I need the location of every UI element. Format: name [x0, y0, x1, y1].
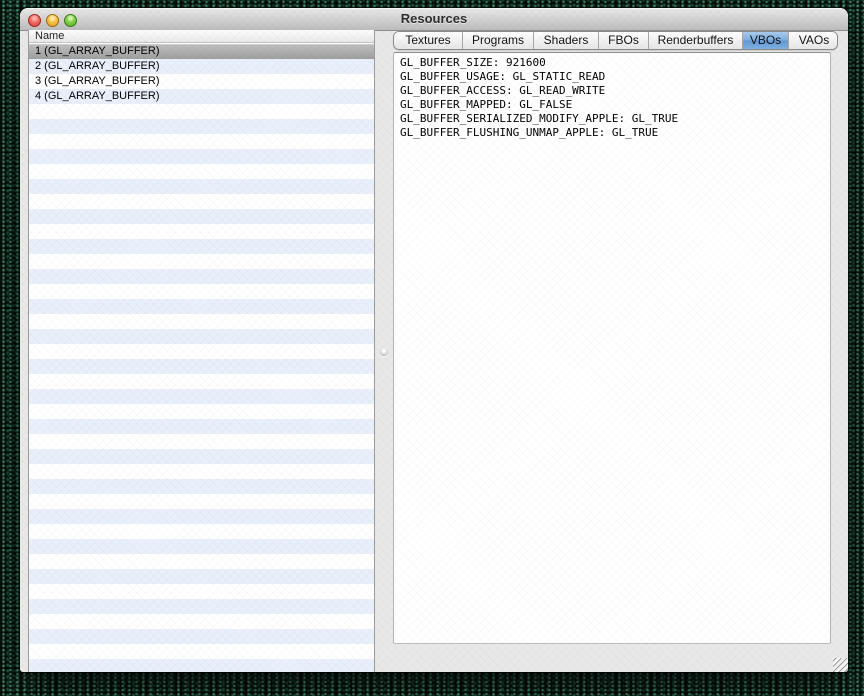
window-content: Name 1 (GL_ARRAY_BUFFER)2 (GL_ARRAY_BUFF… — [20, 30, 848, 672]
buffer-attribute-line: GL_BUFFER_ACCESS: GL_READ_WRITE — [400, 84, 824, 98]
buffer-list-item[interactable]: 3 (GL_ARRAY_BUFFER) — [29, 74, 374, 89]
tab-vaos[interactable]: VAOs — [789, 32, 838, 49]
buffer-list-item[interactable]: 1 (GL_ARRAY_BUFFER) — [29, 44, 374, 59]
tab-programs[interactable]: Programs — [463, 32, 534, 49]
name-column-header[interactable]: Name — [29, 30, 374, 43]
buffer-details-text: GL_BUFFER_SIZE: 921600GL_BUFFER_USAGE: G… — [394, 53, 830, 143]
name-column-label: Name — [35, 30, 64, 42]
tab-textures[interactable]: Textures — [394, 32, 463, 49]
buffer-attribute-line: GL_BUFFER_MAPPED: GL_FALSE — [400, 98, 824, 112]
details-pane: TexturesProgramsShadersFBOsRenderbuffers… — [393, 30, 838, 672]
buffer-attribute-line: GL_BUFFER_SIZE: 921600 — [400, 56, 824, 70]
buffer-details-box[interactable]: GL_BUFFER_SIZE: 921600GL_BUFFER_USAGE: G… — [393, 52, 831, 644]
splitter-handle[interactable] — [376, 30, 393, 672]
buffer-list-item[interactable]: 4 (GL_ARRAY_BUFFER) — [29, 89, 374, 104]
resource-tab-bar: TexturesProgramsShadersFBOsRenderbuffers… — [393, 31, 838, 50]
resize-grip[interactable] — [833, 658, 848, 672]
buffer-list-pane: Name 1 (GL_ARRAY_BUFFER)2 (GL_ARRAY_BUFF… — [28, 30, 375, 672]
buffer-attribute-line: GL_BUFFER_SERIALIZED_MODIFY_APPLE: GL_TR… — [400, 112, 824, 126]
splitter-dimple-icon — [380, 348, 388, 356]
window-title: Resources — [20, 8, 848, 30]
tab-renderbuffers[interactable]: Renderbuffers — [649, 32, 743, 49]
desktop-background: Resources Name 1 (GL_ARRAY_BUFFER)2 (GL_… — [0, 0, 864, 696]
buffer-attribute-line: GL_BUFFER_FLUSHING_UNMAP_APPLE: GL_TRUE — [400, 126, 824, 140]
tab-vbos[interactable]: VBOs — [743, 32, 789, 49]
tab-shaders[interactable]: Shaders — [534, 32, 599, 49]
buffer-list-item[interactable]: 2 (GL_ARRAY_BUFFER) — [29, 59, 374, 74]
buffer-attribute-line: GL_BUFFER_USAGE: GL_STATIC_READ — [400, 70, 824, 84]
window-titlebar[interactable]: Resources — [20, 8, 848, 31]
buffer-list[interactable]: 1 (GL_ARRAY_BUFFER)2 (GL_ARRAY_BUFFER)3 … — [29, 44, 374, 672]
tab-fbos[interactable]: FBOs — [599, 32, 649, 49]
resources-window: Resources Name 1 (GL_ARRAY_BUFFER)2 (GL_… — [20, 8, 848, 672]
